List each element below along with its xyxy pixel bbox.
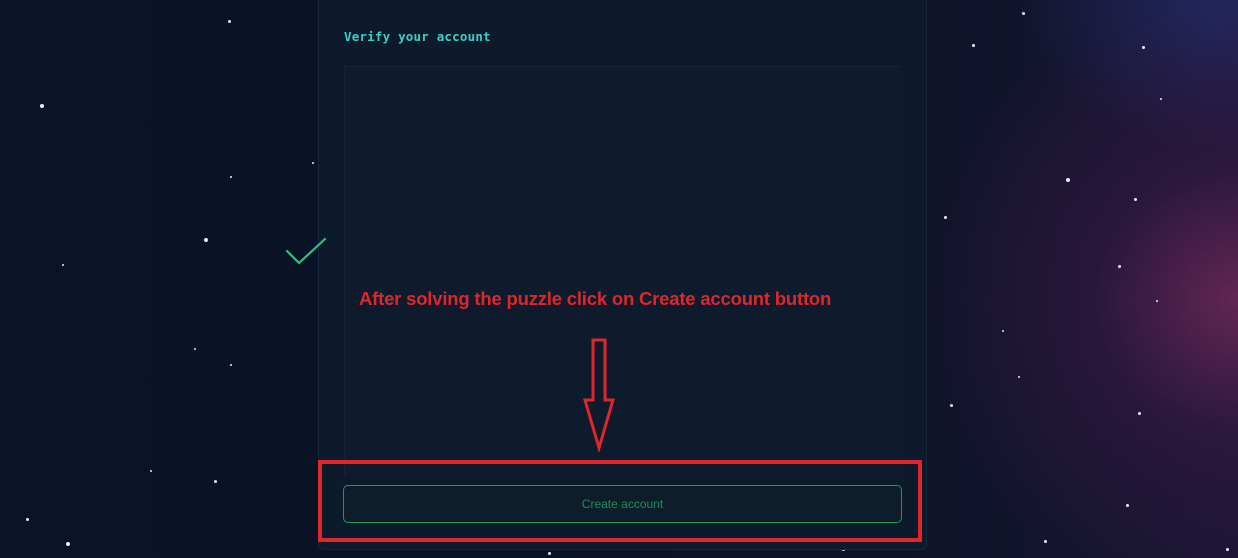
star [972, 44, 975, 47]
star [1066, 178, 1070, 182]
star [40, 104, 44, 108]
star [1134, 198, 1137, 201]
star [944, 216, 947, 219]
star [1022, 12, 1025, 15]
star [1002, 330, 1004, 332]
star [1226, 548, 1229, 551]
star [214, 480, 217, 483]
star [1044, 540, 1047, 543]
star [66, 542, 70, 546]
star [194, 348, 196, 350]
star [228, 20, 231, 23]
star [204, 238, 208, 242]
check-icon [285, 237, 327, 265]
star [1142, 46, 1145, 49]
card-title: Verify your account [344, 29, 491, 44]
star [1018, 376, 1020, 378]
star [230, 364, 232, 366]
star [1156, 300, 1158, 302]
star [1138, 412, 1141, 415]
star [62, 264, 64, 266]
annotation-instruction-text: After solving the puzzle click on Create… [359, 288, 832, 309]
star [312, 162, 314, 164]
star [26, 518, 29, 521]
annotation-highlight-box [318, 460, 922, 542]
star [230, 176, 232, 178]
star [150, 470, 152, 472]
arrow-down-outline-icon [583, 338, 615, 452]
star [1160, 98, 1162, 100]
star [548, 552, 551, 555]
star [1118, 265, 1121, 268]
starfield-background: Verify your account After solving the pu… [0, 0, 1238, 558]
captcha-puzzle-area[interactable] [344, 66, 901, 476]
star [1126, 504, 1129, 507]
star [950, 404, 953, 407]
